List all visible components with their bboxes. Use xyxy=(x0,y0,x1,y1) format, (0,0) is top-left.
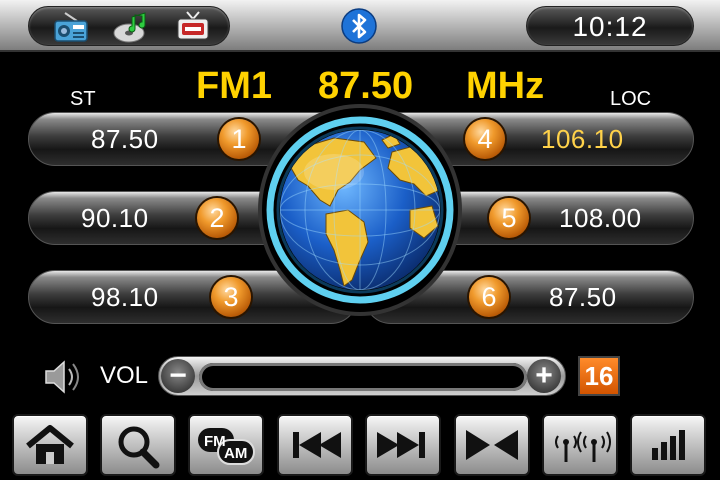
home-icon xyxy=(26,425,74,464)
preset-frequency: 87.50 xyxy=(91,124,159,154)
band-switch-button[interactable]: FM AM xyxy=(188,414,264,476)
seek-back-icon xyxy=(293,432,341,458)
radio-app-icon[interactable] xyxy=(53,11,89,43)
seek-back-button[interactable] xyxy=(277,414,353,476)
stereo-indicator: ST xyxy=(70,88,96,110)
preset-frequency: 108.00 xyxy=(559,203,642,233)
home-button[interactable] xyxy=(12,414,88,476)
music-app-icon[interactable] xyxy=(113,11,149,43)
preset-number-badge: 5 xyxy=(489,198,529,238)
preset-number-badge: 1 xyxy=(219,119,259,159)
fm-text: FM xyxy=(204,433,226,450)
status-bar: 10:12 xyxy=(0,0,720,52)
antenna-button[interactable] xyxy=(542,414,618,476)
tv-app-icon[interactable] xyxy=(175,11,211,43)
speaker-icon[interactable] xyxy=(40,354,86,400)
volume-track[interactable] xyxy=(199,363,527,391)
scan-icon xyxy=(466,430,518,460)
volume-slider[interactable]: − + xyxy=(158,356,566,396)
band-label: FM1 xyxy=(196,65,272,107)
preset-frequency: 90.10 xyxy=(81,203,149,233)
am-text: AM xyxy=(224,445,247,462)
scan-button[interactable] xyxy=(454,414,530,476)
volume-down-button[interactable]: − xyxy=(161,359,195,393)
preset-number-badge: 3 xyxy=(211,277,251,317)
volume-label: VOL xyxy=(100,362,149,389)
seek-forward-icon xyxy=(377,432,425,458)
preset-number-badge: 6 xyxy=(469,277,509,317)
globe-icon xyxy=(266,116,454,304)
bluetooth-icon[interactable] xyxy=(341,8,377,44)
antenna-icon xyxy=(555,431,611,462)
clock-display: 10:12 xyxy=(526,6,694,46)
app-shortcuts xyxy=(28,6,230,46)
volume-up-button[interactable]: + xyxy=(527,359,561,393)
preset-frequency: 106.10 xyxy=(541,124,624,154)
frequency-unit: MHz xyxy=(466,65,545,107)
preset-frequency: 98.10 xyxy=(91,282,159,312)
preset-number-badge: 4 xyxy=(465,119,505,159)
search-button[interactable] xyxy=(100,414,176,476)
preset-number-badge: 2 xyxy=(197,198,237,238)
equalizer-icon xyxy=(652,430,685,460)
local-indicator[interactable]: LOC xyxy=(610,88,651,111)
current-frequency: 87.50 xyxy=(318,65,414,107)
equalizer-button[interactable] xyxy=(630,414,706,476)
preset-frequency: 87.50 xyxy=(549,282,617,312)
volume-level: 16 xyxy=(578,356,620,396)
seek-forward-button[interactable] xyxy=(365,414,441,476)
clock-time: 10:12 xyxy=(572,11,648,42)
fm-am-icon: FM AM xyxy=(198,428,255,465)
search-icon xyxy=(118,426,160,469)
